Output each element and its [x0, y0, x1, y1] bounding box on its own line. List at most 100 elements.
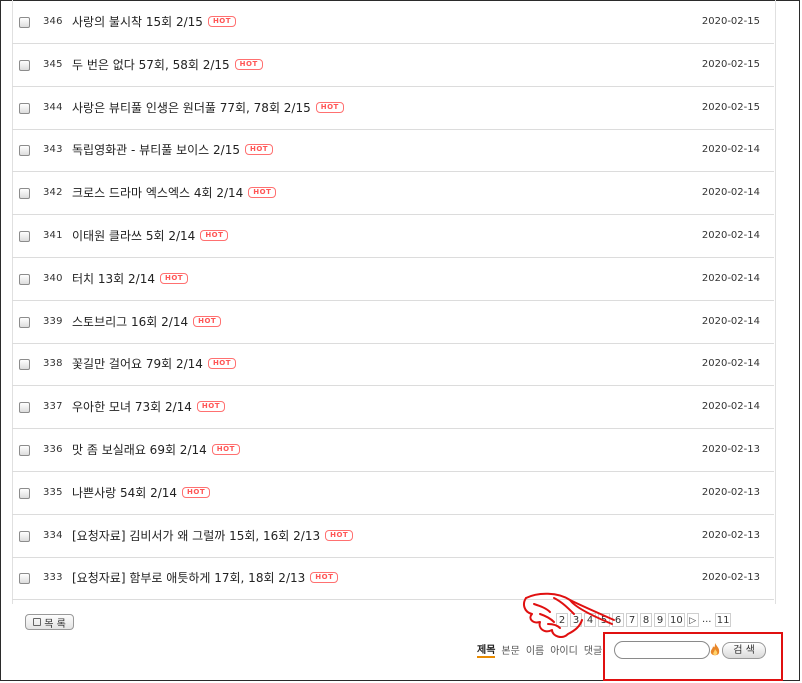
table-row: 333 [요청자료] 함부로 애틋하게 17회, 18회 2/13 HOT 2020-… [12, 558, 774, 601]
list-icon [33, 618, 42, 626]
post-title-text[interactable]: 스토브리그 16회 2/14 [72, 313, 188, 330]
post-title-text[interactable]: 크로스 드라마 엑스엑스 4회 2/14 [72, 184, 243, 201]
post-title-text[interactable]: 꽃길만 걸어요 79회 2/14 [72, 355, 203, 372]
post-title-link[interactable]: 나쁜사랑 54회 2/14 HOT [72, 484, 211, 501]
row-checkbox[interactable] [19, 17, 30, 28]
post-title-link[interactable]: 꽃길만 걸어요 79회 2/14 HOT [72, 355, 237, 372]
post-title-link[interactable]: [요청자료] 함부로 애틋하게 17회, 18회 2/13 HOT [72, 569, 339, 586]
row-checkbox[interactable] [19, 359, 30, 371]
post-title-text[interactable]: 맛 좀 보실래요 69회 2/14 [72, 441, 207, 458]
hot-badge: HOT [211, 444, 240, 455]
post-title-text[interactable]: 이태원 클라쓰 5회 2/14 [72, 227, 195, 244]
search-option[interactable]: 아이디 [550, 642, 578, 657]
row-checkbox[interactable] [19, 445, 30, 456]
post-title-link[interactable]: 사랑의 불시착 15회 2/15 HOT [72, 13, 237, 30]
table-row: 338 꽃길만 걸어요 79회 2/14 HOT 2020-02-14 [12, 344, 774, 387]
pointing-hand-annotation-icon [523, 592, 615, 638]
row-checkbox[interactable] [19, 530, 30, 542]
page-link[interactable]: 7 [626, 613, 638, 627]
row-checkbox[interactable] [19, 102, 30, 114]
page-ellipsis: ... [701, 614, 712, 625]
post-number: 340 [43, 272, 63, 284]
post-title-text[interactable]: 독립영화관 - 뷰티풀 보이스 2/15 [72, 141, 240, 158]
post-date: 2020-02-15 [701, 101, 760, 113]
post-number: 335 [43, 486, 63, 498]
post-date: 2020-02-14 [701, 315, 760, 327]
post-title-text[interactable]: [요청자료] 김비서가 왜 그럴까 15회, 16회 2/13 [72, 527, 320, 544]
page-link[interactable]: 10 [668, 613, 685, 627]
post-date: 2020-02-13 [701, 572, 760, 584]
search-options: 제목 본문 이름 아이디 댓글 [477, 641, 602, 658]
page-next-icon[interactable]: ▷ [686, 613, 699, 627]
post-number: 338 [43, 358, 63, 370]
post-title-text[interactable]: 두 번은 없다 57회, 58회 2/15 [72, 56, 230, 73]
post-number: 343 [43, 144, 63, 156]
post-date: 2020-02-14 [701, 187, 760, 199]
post-title-link[interactable]: 크로스 드라마 엑스엑스 4회 2/14 HOT [72, 184, 277, 201]
post-title-text[interactable]: [요청자료] 함부로 애틋하게 17회, 18회 2/13 [72, 569, 305, 586]
table-row: 341 이태원 클라쓰 5회 2/14 HOT 2020-02-14 [12, 216, 774, 258]
post-number: 344 [43, 101, 63, 113]
post-number: 333 [43, 572, 63, 584]
hot-badge: HOT [207, 358, 237, 370]
row-checkbox[interactable] [19, 316, 30, 328]
post-title-text[interactable]: 사랑은 뷰티풀 인생은 원더풀 77회, 78회 2/15 [72, 99, 311, 116]
row-checkbox[interactable] [19, 402, 30, 414]
post-date: 2020-02-13 [701, 486, 760, 498]
post-number: 345 [43, 58, 63, 70]
post-date: 2020-02-14 [701, 230, 760, 241]
post-number: 337 [43, 401, 63, 413]
row-checkbox[interactable] [19, 487, 30, 499]
post-title-link[interactable]: 터치 13회 2/14 HOT [72, 270, 189, 287]
row-checkbox[interactable] [19, 145, 30, 157]
list-button[interactable]: 목 록 [25, 614, 74, 630]
row-checkbox[interactable] [19, 573, 30, 585]
post-title-link[interactable]: 독립영화관 - 뷰티풀 보이스 2/15 HOT [72, 141, 274, 158]
post-date: 2020-02-14 [701, 272, 760, 284]
post-date: 2020-02-13 [701, 529, 760, 541]
search-option[interactable]: 제목 [477, 641, 496, 658]
row-checkbox[interactable] [19, 231, 30, 242]
table-row: 345 두 번은 없다 57회, 58회 2/15 HOT 2020-02-15 [12, 45, 774, 87]
post-date: 2020-02-15 [701, 58, 760, 70]
post-number: 334 [43, 529, 63, 541]
table-row: 339 스토브리그 16회 2/14 HOT 2020-02-14 [12, 302, 774, 344]
search-option[interactable]: 본문 [501, 642, 519, 657]
post-date: 2020-02-14 [701, 144, 760, 156]
post-title-link[interactable]: 사랑은 뷰티풀 인생은 원더풀 77회, 78회 2/15 HOT [72, 99, 344, 116]
post-number: 336 [43, 444, 63, 455]
post-title-link[interactable]: 우아한 모녀 73회 2/14 HOT [72, 398, 225, 415]
post-title-link[interactable]: 스토브리그 16회 2/14 HOT [72, 313, 222, 330]
hot-badge: HOT [234, 58, 263, 70]
table-row: 335 나쁜사랑 54회 2/14 HOT 2020-02-13 [12, 473, 774, 515]
post-title-text[interactable]: 터치 13회 2/14 [72, 270, 155, 287]
hot-badge: HOT [244, 144, 274, 156]
post-title-text[interactable]: 사랑의 불시착 15회 2/15 [72, 13, 203, 30]
row-checkbox[interactable] [19, 273, 30, 285]
search-option[interactable]: 댓글 [584, 642, 602, 657]
post-date: 2020-02-15 [701, 16, 760, 27]
post-title-link[interactable]: 맛 좀 보실래요 69회 2/14 HOT [72, 441, 240, 458]
row-checkbox[interactable] [19, 59, 30, 71]
page-link[interactable]: 8 [640, 613, 652, 627]
hot-badge: HOT [182, 486, 211, 498]
post-date: 2020-02-14 [701, 358, 760, 370]
post-date: 2020-02-14 [701, 401, 760, 413]
post-title-text[interactable]: 우아한 모녀 73회 2/14 [72, 398, 192, 415]
post-title-text[interactable]: 나쁜사랑 54회 2/14 [72, 484, 177, 501]
post-title-link[interactable]: [요청자료] 김비서가 왜 그럴까 15회, 16회 2/13 HOT [72, 527, 354, 544]
post-title-link[interactable]: 두 번은 없다 57회, 58회 2/15 HOT [72, 56, 263, 73]
table-row: 334 [요청자료] 김비서가 왜 그럴까 15회, 16회 2/13 HOT 202… [12, 516, 774, 558]
row-checkbox[interactable] [19, 188, 30, 200]
post-title-link[interactable]: 이태원 클라쓰 5회 2/14 HOT [72, 227, 229, 244]
hot-badge: HOT [207, 16, 237, 27]
post-date: 2020-02-13 [701, 444, 760, 455]
post-number: 339 [43, 315, 63, 327]
page-link[interactable]: 9 [654, 613, 666, 627]
search-option[interactable]: 이름 [526, 642, 544, 657]
page-link-last[interactable]: 11 [714, 613, 732, 627]
table-row: 346 사랑의 불시착 15회 2/15 HOT 2020-02-15 [12, 2, 774, 44]
hot-badge: HOT [315, 101, 344, 113]
hot-badge: HOT [325, 529, 354, 541]
table-row: 340 터치 13회 2/14 HOT 2020-02-14 [12, 259, 774, 301]
